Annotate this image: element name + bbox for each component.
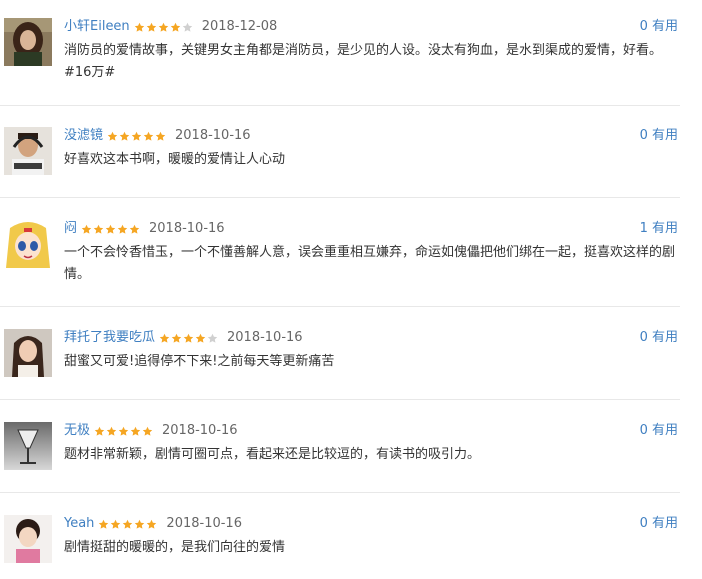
wine-glass-avatar-icon bbox=[4, 422, 52, 470]
divider bbox=[0, 105, 680, 106]
review-content: 一个不会怜香惜玉，一个不懂善解人意，误会重重相互嫌弃，命运如傀儡把他们绑在一起，… bbox=[64, 245, 676, 282]
star-filled-icon bbox=[135, 519, 145, 529]
rating-stars bbox=[107, 131, 167, 142]
star-filled-icon bbox=[131, 131, 142, 141]
review-date: 2018-10-16 bbox=[162, 423, 238, 438]
review-meta: 没滤镜 2018-10-16 bbox=[64, 127, 251, 145]
review-date: 2018-12-08 bbox=[201, 19, 278, 34]
star-filled-icon bbox=[129, 224, 140, 234]
username[interactable]: 无极 bbox=[64, 422, 90, 440]
review-date: 2018-10-16 bbox=[166, 516, 242, 531]
rating-stars bbox=[98, 519, 158, 530]
review-meta: 小轩Eileen 2018-12-08 bbox=[64, 18, 277, 36]
avatar[interactable] bbox=[4, 18, 52, 66]
review-content: 题材非常新颖，剧情可圈可点，看起来还是比较逗的，有读书的吸引力。 bbox=[64, 447, 481, 462]
review-date: 2018-10-16 bbox=[175, 128, 251, 143]
review-content: 剧情挺甜的暖暖的，是我们向往的爱情 bbox=[64, 540, 286, 555]
review-meta: 拜托了我要吃瓜 2018-10-16 bbox=[64, 329, 303, 347]
divider bbox=[0, 197, 680, 198]
useful-button[interactable]: 0 有用 bbox=[640, 515, 678, 533]
divider bbox=[0, 492, 680, 493]
star-filled-icon bbox=[142, 426, 153, 436]
star-empty-icon bbox=[182, 22, 192, 32]
star-filled-icon bbox=[118, 426, 129, 436]
username[interactable]: 没滤镜 bbox=[64, 127, 103, 145]
star-filled-icon bbox=[171, 333, 182, 343]
man-headphones-avatar-icon bbox=[4, 127, 52, 175]
username[interactable]: 闷 bbox=[64, 220, 77, 238]
star-filled-icon bbox=[155, 131, 166, 141]
star-filled-icon bbox=[111, 519, 121, 529]
useful-button[interactable]: 1 有用 bbox=[640, 220, 678, 238]
useful-button[interactable]: 0 有用 bbox=[640, 127, 678, 145]
review-content: 好喜欢这本书啊，暖暖的爱情让人心动 bbox=[64, 152, 286, 167]
review-content: 消防员的爱情故事，关键男女主角都是消防员，是少见的人设。没太有狗血，是水到渠成的… bbox=[64, 43, 663, 80]
avatar[interactable] bbox=[4, 515, 52, 563]
review-meta: 闷 2018-10-16 bbox=[64, 220, 225, 238]
brunette-woman-avatar-icon bbox=[4, 18, 52, 66]
review-date: 2018-10-16 bbox=[149, 221, 225, 236]
useful-button[interactable]: 0 有用 bbox=[640, 329, 678, 347]
rating-stars bbox=[81, 224, 141, 235]
star-empty-icon bbox=[207, 333, 218, 343]
girl-long-hair-avatar-icon bbox=[4, 329, 52, 377]
star-filled-icon bbox=[117, 224, 128, 234]
avatar[interactable] bbox=[4, 220, 52, 268]
star-filled-icon bbox=[147, 519, 157, 529]
review-list: 小轩Eileen 2018-12-08 0 有用 消防员的爱情故事，关键男女主角… bbox=[0, 0, 702, 579]
username[interactable]: Yeah bbox=[64, 515, 94, 533]
username[interactable]: 小轩Eileen bbox=[64, 18, 130, 36]
review-date: 2018-10-16 bbox=[227, 330, 303, 345]
rating-stars bbox=[159, 333, 219, 344]
star-filled-icon bbox=[81, 224, 92, 234]
star-filled-icon bbox=[134, 22, 144, 32]
username[interactable]: 拜托了我要吃瓜 bbox=[64, 329, 155, 347]
star-filled-icon bbox=[93, 224, 104, 234]
star-filled-icon bbox=[158, 22, 168, 32]
star-filled-icon bbox=[143, 131, 154, 141]
star-filled-icon bbox=[146, 22, 156, 32]
useful-button[interactable]: 0 有用 bbox=[640, 422, 678, 440]
anime-girl-avatar-icon bbox=[4, 220, 52, 268]
avatar[interactable] bbox=[4, 127, 52, 175]
star-filled-icon bbox=[170, 22, 180, 32]
divider bbox=[0, 306, 680, 307]
divider bbox=[0, 399, 680, 400]
star-filled-icon bbox=[123, 519, 133, 529]
review-content: 甜蜜又可爱!追得停不下来!之前每天等更新痛苦 bbox=[64, 354, 335, 369]
review-meta: 无极 2018-10-16 bbox=[64, 422, 238, 440]
star-filled-icon bbox=[107, 131, 118, 141]
avatar[interactable] bbox=[4, 329, 52, 377]
star-filled-icon bbox=[183, 333, 194, 343]
useful-button[interactable]: 0 有用 bbox=[640, 18, 678, 36]
child-avatar-icon bbox=[4, 515, 52, 563]
star-filled-icon bbox=[195, 333, 206, 343]
rating-stars bbox=[134, 22, 194, 33]
review-meta: Yeah 2018-10-16 bbox=[64, 515, 242, 533]
star-filled-icon bbox=[99, 519, 109, 529]
rating-stars bbox=[94, 426, 154, 437]
star-filled-icon bbox=[159, 333, 170, 343]
star-filled-icon bbox=[105, 224, 116, 234]
star-filled-icon bbox=[94, 426, 105, 436]
avatar[interactable] bbox=[4, 422, 52, 470]
star-filled-icon bbox=[106, 426, 117, 436]
star-filled-icon bbox=[119, 131, 130, 141]
star-filled-icon bbox=[130, 426, 141, 436]
